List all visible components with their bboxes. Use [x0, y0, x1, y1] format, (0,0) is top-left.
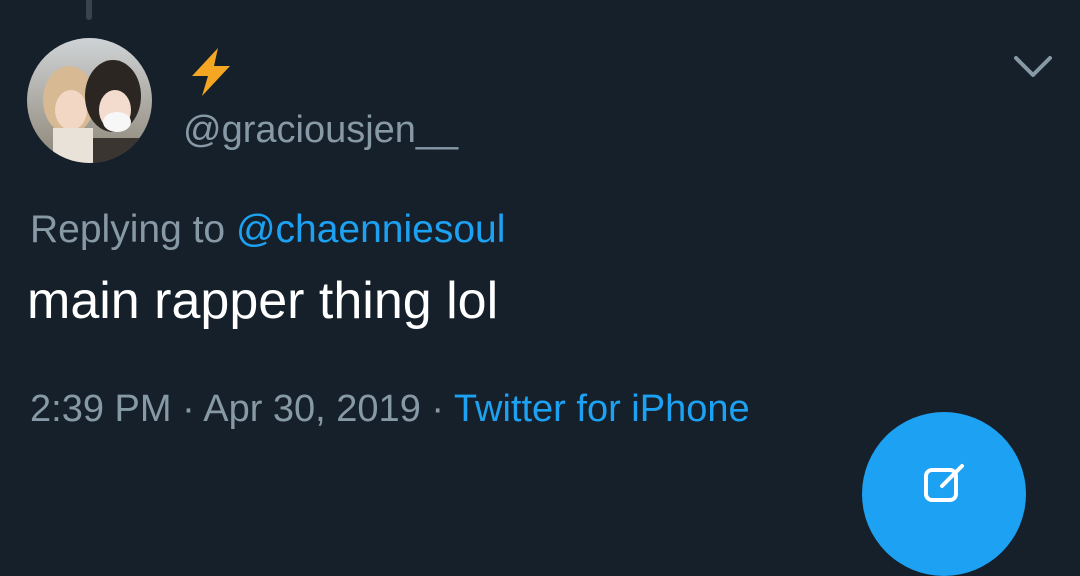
meta-separator: · — [171, 388, 204, 430]
tweet-metadata: 2:39 PM · Apr 30, 2019 · Twitter for iPh… — [30, 384, 750, 434]
replying-to-mention-link[interactable]: @chaenniesoul — [236, 208, 505, 251]
tweet-text: main rapper thing lol — [27, 272, 499, 330]
replying-to-label: Replying to — [30, 208, 236, 251]
tweet-source-link[interactable]: Twitter for iPhone — [454, 388, 750, 430]
tweet-date: Apr 30, 2019 — [203, 388, 421, 430]
tweet-time: 2:39 PM — [30, 388, 172, 430]
lightning-bolt-icon — [186, 46, 238, 98]
chevron-down-icon[interactable] — [1012, 52, 1054, 82]
avatar[interactable] — [27, 38, 152, 163]
meta-separator: · — [420, 388, 454, 430]
compose-button[interactable] — [862, 412, 1026, 576]
author-handle[interactable]: @graciousjen__ — [183, 108, 458, 152]
thread-connector-line — [86, 0, 92, 20]
replying-to-line: Replying to @chaenniesoul — [30, 206, 505, 254]
compose-icon — [920, 460, 968, 508]
